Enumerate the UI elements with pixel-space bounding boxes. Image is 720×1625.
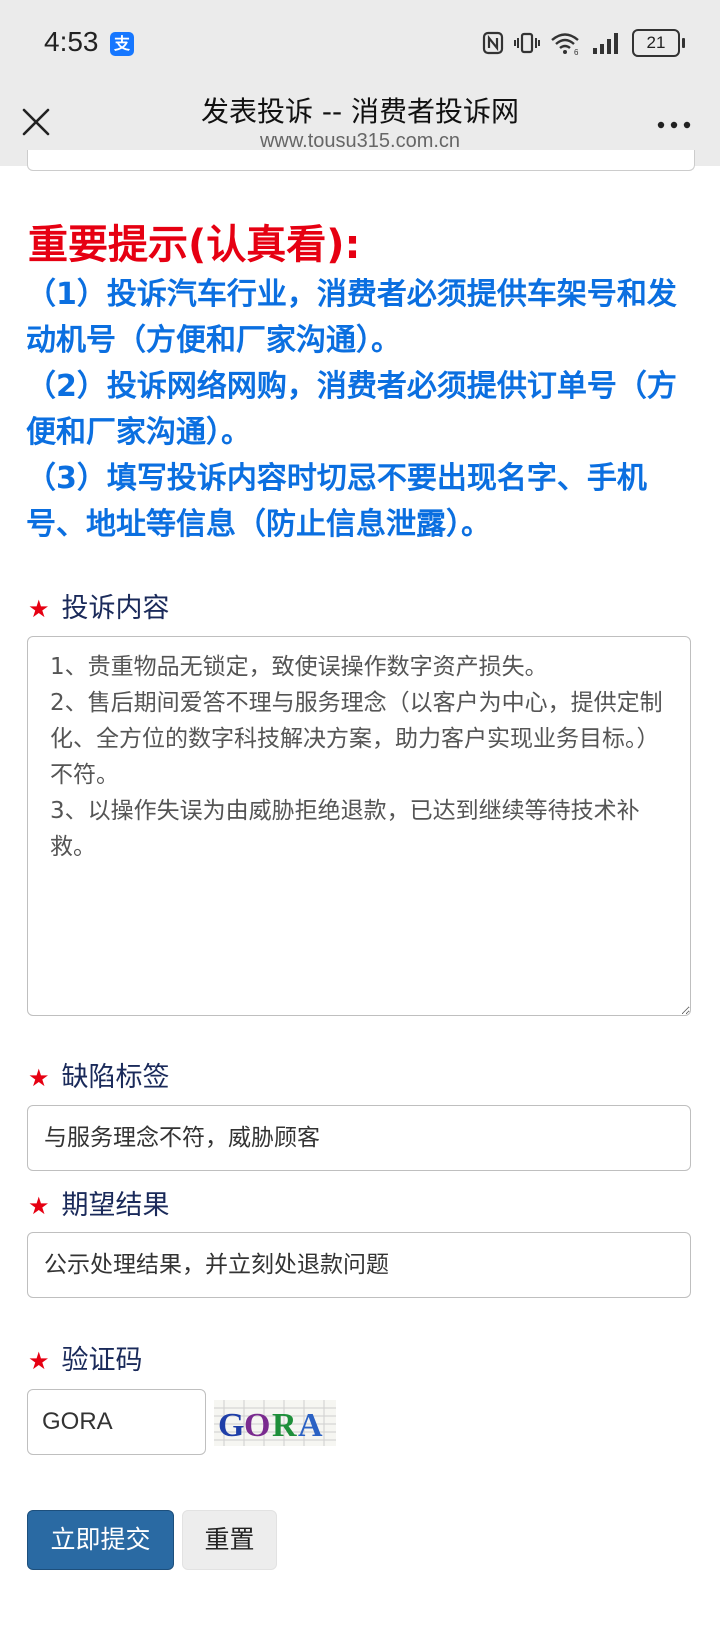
- vibrate-icon: [514, 32, 540, 54]
- alipay-notification-icon: 支: [110, 32, 134, 56]
- notice-item: （1）投诉汽车行业，消费者必须提供车架号和发动机号（方便和厂家沟通）。: [26, 277, 677, 358]
- required-star-icon: ★: [28, 595, 50, 623]
- content-label-text: 投诉内容: [61, 593, 170, 624]
- required-star-icon: ★: [28, 1192, 50, 1220]
- notice-item: （3）填写投诉内容时切忌不要出现名字、手机号、地址等信息（防止信息泄露）。: [26, 461, 647, 542]
- svg-text:O: O: [244, 1407, 270, 1444]
- svg-text:R: R: [272, 1407, 297, 1444]
- content-label: ★ 投诉内容: [28, 586, 170, 625]
- previous-field-edge[interactable]: [27, 150, 695, 171]
- nfc-icon: [482, 31, 504, 55]
- notice-title: 重要提示(认真看):: [28, 222, 361, 268]
- captcha-image[interactable]: G O R A: [214, 1400, 336, 1446]
- defect-tag-input[interactable]: 与服务理念不符，威胁顾客: [27, 1105, 691, 1171]
- battery-icon: 21: [632, 29, 685, 57]
- svg-text:A: A: [298, 1407, 323, 1444]
- notice-list: （1）投诉汽车行业，消费者必须提供车架号和发动机号（方便和厂家沟通）。 （2）投…: [26, 272, 698, 548]
- captcha-input[interactable]: GORA: [27, 1389, 206, 1455]
- wifi-icon: 6: [551, 33, 579, 55]
- captcha-label-text: 验证码: [61, 1345, 143, 1376]
- captcha-label: ★ 验证码: [28, 1338, 143, 1377]
- expected-result-label-text: 期望结果: [61, 1190, 170, 1221]
- signal-icon: [593, 33, 618, 54]
- required-star-icon: ★: [28, 1064, 50, 1092]
- notice-item: （2）投诉网络网购，消费者必须提供订单号（方便和厂家沟通）。: [26, 369, 677, 450]
- expected-result-label: ★ 期望结果: [28, 1183, 170, 1222]
- submit-button[interactable]: 立即提交: [27, 1510, 174, 1570]
- status-time: 4:53: [44, 26, 99, 57]
- expected-result-input[interactable]: 公示处理结果，并立刻处退款问题: [27, 1232, 691, 1298]
- svg-text:6: 6: [574, 48, 579, 55]
- required-star-icon: ★: [28, 1347, 50, 1375]
- defect-tag-label: ★ 缺陷标签: [28, 1055, 170, 1094]
- reset-button[interactable]: 重置: [182, 1510, 277, 1570]
- status-icons: 6 21: [482, 28, 685, 58]
- status-bar: 4:53 支 6 21: [0, 0, 720, 82]
- more-options-icon[interactable]: [656, 110, 692, 140]
- page-title: 发表投诉 -- 消费者投诉网: [200, 95, 519, 128]
- complaint-content-textarea[interactable]: 1、贵重物品无锁定，致使误操作数字资产损失。 2、售后期间爱答不理与服务理念（以…: [27, 636, 691, 1016]
- svg-text:G: G: [218, 1407, 244, 1444]
- defect-tag-label-text: 缺陷标签: [61, 1062, 170, 1093]
